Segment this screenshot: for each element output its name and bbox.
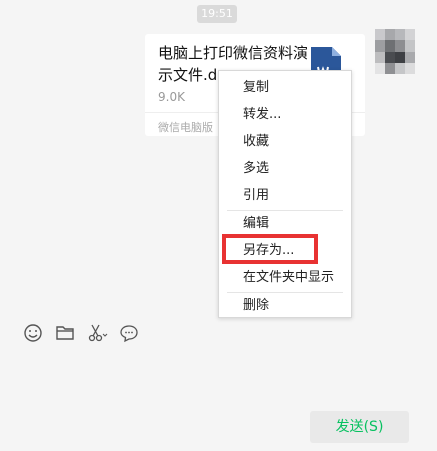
menu-item-favorite[interactable]: 收藏 (219, 129, 351, 155)
emoji-icon[interactable] (22, 322, 44, 344)
highlight-annotation (222, 234, 318, 264)
chat-bubble-icon[interactable] (118, 322, 140, 344)
context-menu: 复制 转发... 收藏 多选 引用 编辑 另存为... 在文件夹中显示 删除 (218, 70, 352, 318)
menu-item-delete[interactable]: 删除 (219, 293, 351, 319)
folder-icon[interactable] (54, 322, 76, 344)
avatar[interactable] (375, 29, 415, 74)
menu-item-quote[interactable]: 引用 (219, 183, 351, 209)
message-timestamp: 19:51 (197, 5, 237, 23)
menu-item-forward[interactable]: 转发... (219, 102, 351, 128)
menu-item-show-in-folder[interactable]: 在文件夹中显示 (219, 265, 351, 291)
menu-item-copy[interactable]: 复制 (219, 75, 351, 101)
file-size: 9.0K (158, 90, 185, 104)
send-button[interactable]: 发送(S) (310, 411, 409, 443)
menu-item-multi-select[interactable]: 多选 (219, 156, 351, 182)
scissors-icon[interactable] (86, 322, 108, 344)
